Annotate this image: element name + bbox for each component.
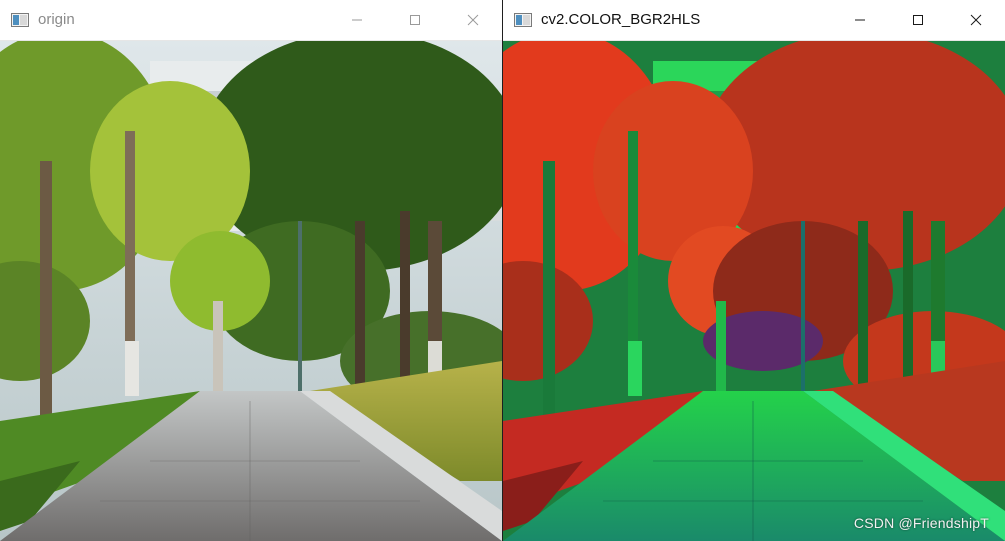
titlebar-hls[interactable]: cv2.COLOR_BGR2HLS [503,0,1005,41]
watermark: CSDN @FriendshipT [853,515,989,531]
close-icon [970,14,982,26]
window-controls [328,0,502,40]
window-app-icon [514,13,532,27]
window-origin: origin [0,0,502,541]
window-hls: cv2.COLOR_BGR2HLS CSDN @FriendshipT [503,0,1005,541]
maximize-icon [913,15,923,25]
minimize-button[interactable] [831,0,889,40]
window-app-icon [11,13,29,27]
close-button[interactable] [444,0,502,40]
titlebar-origin[interactable]: origin [0,0,502,41]
image-canvas-hls: CSDN @FriendshipT [503,41,1005,541]
close-icon [467,14,479,26]
maximize-button[interactable] [386,0,444,40]
maximize-button[interactable] [889,0,947,40]
close-button[interactable] [947,0,1005,40]
window-title: cv2.COLOR_BGR2HLS [541,11,701,28]
minimize-button[interactable] [328,0,386,40]
maximize-icon [410,15,420,25]
minimize-icon [352,19,362,21]
minimize-icon [855,19,865,21]
origin-image [0,41,502,541]
hls-image [503,41,1005,541]
window-controls [831,0,1005,40]
window-title: origin [38,11,75,28]
image-canvas-origin [0,41,502,541]
